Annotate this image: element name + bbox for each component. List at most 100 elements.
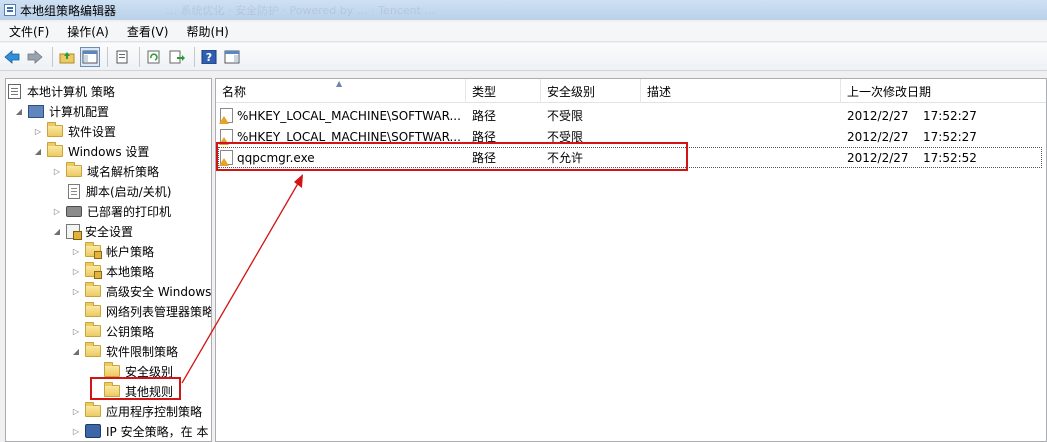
folder-icon xyxy=(85,322,101,337)
up-one-level-button[interactable] xyxy=(57,47,77,67)
back-button[interactable] xyxy=(2,47,22,67)
collapsed-triangle-icon[interactable]: ▷ xyxy=(71,266,81,276)
tree-item-label: 高级安全 Windows xyxy=(106,284,212,299)
highlight-box-qqpcmgr-row xyxy=(216,142,688,171)
tree-item-label: 脚本(启动/关机) xyxy=(86,184,172,199)
tree-item-label: Windows 设置 xyxy=(68,144,150,159)
locked-folder-icon xyxy=(85,262,102,279)
menu-help[interactable]: 帮助(H) xyxy=(181,23,233,40)
expanded-triangle-icon[interactable]: ◢ xyxy=(71,346,81,356)
export-list-button[interactable] xyxy=(167,47,187,67)
cell-time: 17:52:27 xyxy=(923,129,977,144)
column-header-name[interactable]: ▲ 名称 xyxy=(216,79,466,103)
column-header-description[interactable]: 描述 xyxy=(641,79,841,103)
table-row[interactable]: %HKEY_LOCAL_MACHINE\SOFTWAR... 路径 不受限 20… xyxy=(216,105,1046,126)
cell-date: 2012/2/27 xyxy=(847,150,909,165)
back-arrow-icon xyxy=(4,49,20,64)
collapsed-triangle-icon[interactable]: ▷ xyxy=(71,426,81,436)
tree-item-local-policies[interactable]: ▷ 本地策略 xyxy=(71,261,154,281)
show-hide-console-tree-button[interactable] xyxy=(80,46,100,67)
menu-bar: 文件(F) 操作(A) 查看(V) 帮助(H) xyxy=(0,22,1047,42)
cell-name: %HKEY_LOCAL_MACHINE\SOFTWAR... xyxy=(219,105,461,126)
tree-item-software-restriction[interactable]: ◢ 软件限制策略 xyxy=(71,341,178,361)
blurred-title-text: … 系统优化 · 安全防护 · Powered by … · Tencent … xyxy=(166,4,436,17)
column-header-label: 名称 xyxy=(222,84,247,99)
refresh-icon xyxy=(147,50,160,63)
column-header-modified-date[interactable]: 上一次修改日期 xyxy=(841,79,1046,103)
collapsed-triangle-icon[interactable]: ▷ xyxy=(71,286,81,296)
tree-item-advanced-firewall[interactable]: ▷ 高级安全 Windows xyxy=(71,281,211,301)
printer-icon xyxy=(66,205,82,217)
cell-time: 17:52:52 xyxy=(923,150,977,165)
menu-action[interactable]: 操作(A) xyxy=(62,23,114,40)
toolbar-separator xyxy=(107,46,108,67)
title-bar: 本地组策略编辑器 … 系统优化 · 安全防护 · Powered by … · … xyxy=(0,0,1047,20)
computer-icon xyxy=(28,104,44,118)
menu-file[interactable]: 文件(F) xyxy=(4,23,54,40)
column-header-label: 类型 xyxy=(472,84,497,99)
tree-item-label: 安全设置 xyxy=(85,224,134,239)
tree-item-label: 应用程序控制策略 xyxy=(106,404,203,419)
toolbar-separator xyxy=(52,46,53,67)
ipsec-shield-icon xyxy=(85,424,101,438)
expanded-triangle-icon[interactable]: ◢ xyxy=(33,146,43,156)
security-settings-icon xyxy=(66,223,82,240)
tree-item-windows-settings[interactable]: ◢ Windows 设置 xyxy=(33,141,149,161)
tree-item-label: IP 安全策略，在 本 xyxy=(106,424,209,439)
tree-item-label: 域名解析策略 xyxy=(87,164,160,179)
tree-item-local-computer-policy[interactable]: 本地计算机 策略 xyxy=(8,81,115,101)
tree-item-label: 软件限制策略 xyxy=(106,344,179,359)
tree-item-security-settings[interactable]: ◢ 安全设置 xyxy=(52,221,133,241)
highlight-box-additional-rules xyxy=(90,377,181,400)
tree-item-ipsec[interactable]: ▷ IP 安全策略，在 本 xyxy=(71,421,208,441)
tree-item-label: 计算机配置 xyxy=(49,104,110,119)
folder-icon xyxy=(47,122,63,137)
tree-item-software-settings[interactable]: ▷ 软件设置 xyxy=(33,121,116,141)
tree-item-computer-config[interactable]: ◢ 计算机配置 xyxy=(14,101,109,121)
collapsed-triangle-icon[interactable]: ▷ xyxy=(52,206,62,216)
tree-item-label: 网络列表管理器策略 xyxy=(106,304,212,319)
tree-item-network-list[interactable]: 网络列表管理器策略 xyxy=(85,301,212,321)
tree-item-app-control[interactable]: ▷ 应用程序控制策略 xyxy=(71,401,202,421)
collapsed-triangle-icon[interactable]: ▷ xyxy=(52,166,62,176)
collapsed-triangle-icon[interactable]: ▷ xyxy=(71,406,81,416)
tree-item-scripts[interactable]: 脚本(启动/关机) xyxy=(66,181,171,201)
tree-item-account-policies[interactable]: ▷ 帐户策略 xyxy=(71,241,154,261)
policy-document-icon xyxy=(8,83,21,99)
collapsed-triangle-icon[interactable]: ▷ xyxy=(71,246,81,256)
tree-item-deployed-printers[interactable]: ▷ 已部署的打印机 xyxy=(52,201,171,221)
tree-item-public-key[interactable]: ▷ 公钥策略 xyxy=(71,321,154,341)
toolbar: ? xyxy=(0,43,1047,71)
window-title: 本地组策略编辑器 xyxy=(20,3,117,18)
column-header-security-level[interactable]: 安全级别 xyxy=(541,79,641,103)
properties-icon xyxy=(116,50,128,63)
rule-name: %HKEY_LOCAL_MACHINE\SOFTWAR... xyxy=(237,108,461,123)
collapsed-triangle-icon[interactable]: ▷ xyxy=(71,326,81,336)
tree-item-label: 本地计算机 策略 xyxy=(27,84,115,99)
expanded-triangle-icon[interactable]: ◢ xyxy=(14,106,24,116)
toolbar-separator xyxy=(194,46,195,67)
help-button[interactable]: ? xyxy=(199,47,219,67)
cell-date: 2012/2/27 xyxy=(847,129,909,144)
column-header-type[interactable]: 类型 xyxy=(466,79,541,103)
help-icon: ? xyxy=(201,49,217,64)
collapsed-triangle-icon[interactable]: ▷ xyxy=(33,126,43,136)
expanded-triangle-icon[interactable]: ◢ xyxy=(52,226,62,236)
forward-button[interactable] xyxy=(25,47,45,67)
show-hide-action-pane-icon xyxy=(224,50,240,63)
tree-item-dns-policy[interactable]: ▷ 域名解析策略 xyxy=(52,161,159,181)
toolbar-separator xyxy=(139,46,140,67)
menu-view[interactable]: 查看(V) xyxy=(122,23,174,40)
svg-text:?: ? xyxy=(206,51,212,64)
folder-icon xyxy=(85,342,101,357)
gpedit-app-icon xyxy=(4,4,16,16)
show-hide-action-pane-button[interactable] xyxy=(222,47,242,67)
column-header-label: 描述 xyxy=(647,84,672,99)
folder-icon xyxy=(66,162,82,177)
rules-list-pane[interactable]: ▲ 名称 类型 安全级别 描述 上一次修改日期 %HKEY_LOCAL_MACH… xyxy=(215,78,1047,442)
cell-type: 路径 xyxy=(472,109,497,123)
export-list-icon xyxy=(169,50,185,63)
properties-button[interactable] xyxy=(112,47,132,67)
locked-folder-icon xyxy=(85,242,102,259)
refresh-button[interactable] xyxy=(144,47,164,67)
